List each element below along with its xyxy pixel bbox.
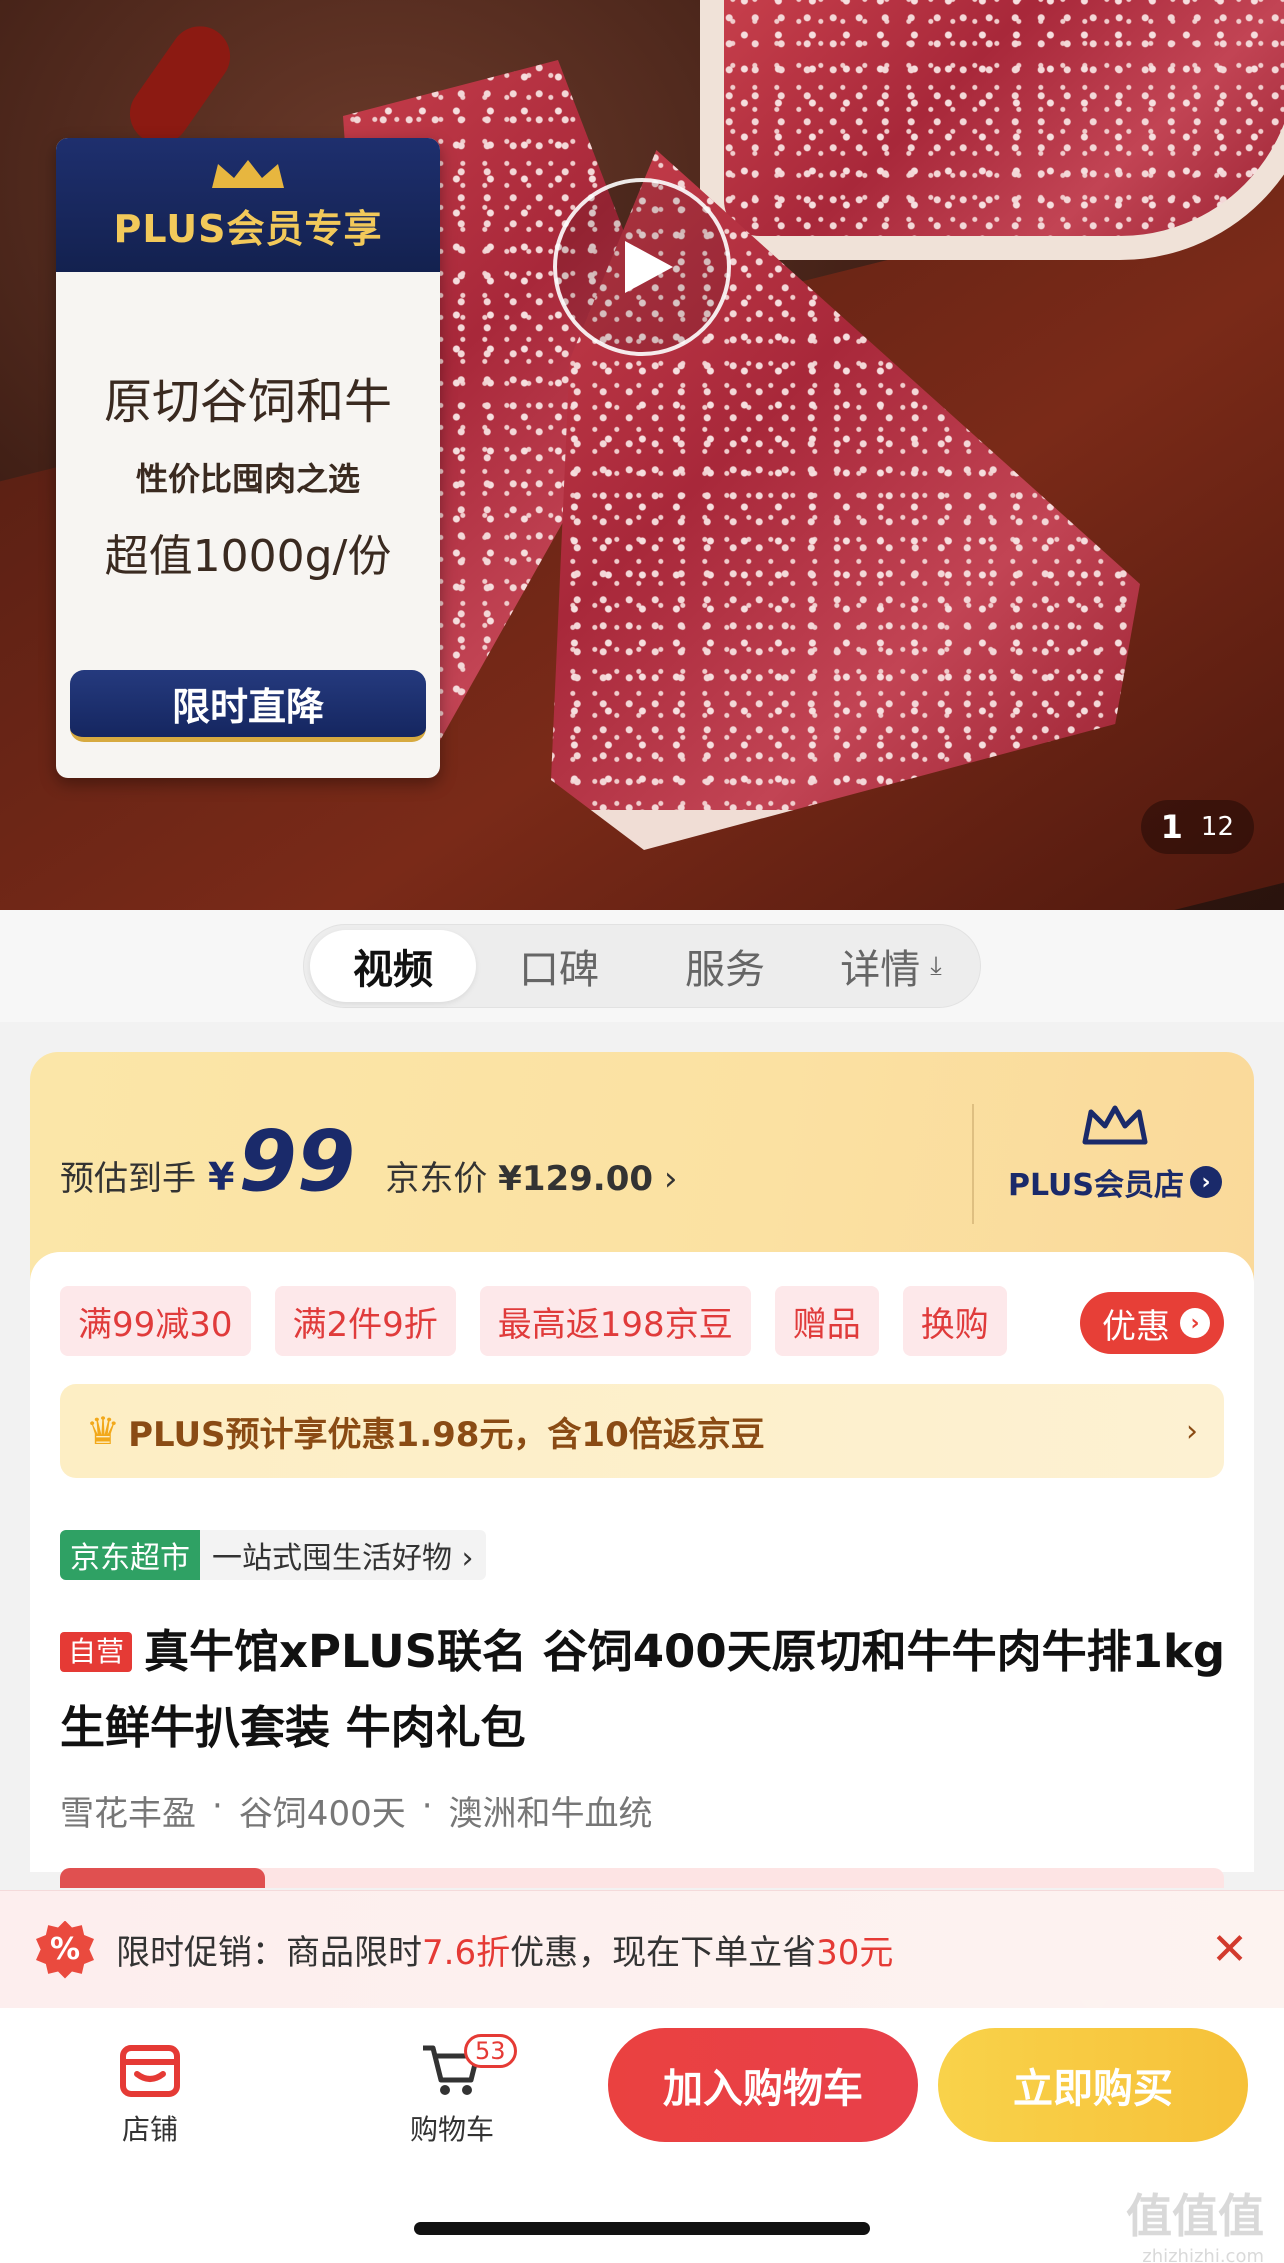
clipped-promo-tag (60, 1868, 265, 1888)
crown-icon: ♛ (86, 1409, 121, 1453)
steak-image (700, 0, 1284, 260)
feature-item: 谷饲400天 (238, 1794, 406, 1834)
separator-dot: · (212, 1786, 223, 1826)
clipped-promo-row (60, 1868, 1224, 1888)
promo-tag[interactable]: 满99减30 (60, 1286, 251, 1356)
supermarket-row[interactable]: 京东超市 一站式囤生活好物 › (60, 1530, 486, 1580)
limited-promo-bar[interactable]: % 限时促销：商品限时7.6折优惠，现在下单立省30元 ✕ (0, 1890, 1284, 2008)
estimate-label: 预估到手 (60, 1159, 196, 1199)
watermark: 值值值 zhizhizhi.com (1126, 2180, 1264, 2263)
store-button[interactable]: 店铺 (90, 2040, 210, 2148)
promo-card-amount: 超值1000g/份 (104, 531, 392, 582)
video-play-button[interactable] (553, 178, 731, 356)
watermark-url: zhizhizhi.com (1142, 2246, 1264, 2263)
promo-save: 30 (816, 1933, 860, 1973)
tab-video[interactable]: 视频 (310, 930, 476, 1002)
add-to-cart-button[interactable]: 加入购物车 (608, 2028, 918, 2142)
plus-promo-card: PLUS会员专享 原切谷饲和牛 性价比囤肉之选 超值1000g/份 限时直降 (56, 138, 440, 778)
plus-benefit-text: PLUS预计享优惠1.98元，含10倍返京豆 (128, 1414, 765, 1455)
percent-badge-icon: % (36, 1920, 94, 1979)
jd-price-label: 京东价 (385, 1159, 488, 1199)
plus-store-label: PLUS会员店 (1007, 1168, 1184, 1203)
store-icon (120, 2045, 180, 2097)
feature-item: 雪花丰盈 (60, 1794, 196, 1834)
promo-tag[interactable]: 换购 (902, 1286, 1007, 1356)
crown-icon (1082, 1105, 1148, 1145)
price-info: 预估到手 ¥ 99 京东价 ¥129.00 › (60, 1112, 677, 1210)
promo-card-title: 原切谷饲和牛 (103, 374, 392, 430)
plus-store-label-row: PLUS会员店 › (1008, 1160, 1222, 1204)
tab-details[interactable]: 详情 ⤓ (808, 930, 974, 1002)
chevron-right-icon: › (1186, 1413, 1198, 1449)
promo-card-subtitle: 性价比囤肉之选 (135, 460, 360, 498)
product-title-text: 真牛馆xPLUS联名 谷饲400天原切和牛牛肉牛排1kg 生鲜牛扒套装 牛肉礼包 (60, 1625, 1226, 1754)
image-counter-total: 12 (1200, 812, 1234, 842)
cart-count-badge: 53 (464, 2034, 517, 2068)
promo-save-unit: 元 (859, 1933, 894, 1973)
tab-reviews[interactable]: 口碑 (476, 930, 642, 1002)
crown-icon (208, 158, 288, 192)
chevron-right-icon: › (1180, 1308, 1210, 1338)
tab-label: 服务 (685, 947, 765, 993)
tab-label: 详情 (840, 947, 921, 993)
store-label: 店铺 (121, 2113, 178, 2146)
tab-label: 视频 (353, 947, 433, 993)
currency-symbol: ¥ (208, 1155, 235, 1199)
close-icon[interactable]: ✕ (1211, 1924, 1248, 1975)
tab-label: 口碑 (519, 947, 599, 993)
plus-store-link[interactable]: PLUS会员店 › (1000, 1102, 1230, 1204)
jd-price-link[interactable]: 京东价 ¥129.00 › (385, 1151, 677, 1200)
feature-item: 澳洲和牛血统 (448, 1794, 653, 1834)
jd-price-value: ¥129.00 (498, 1159, 654, 1199)
estimate-price: 99 (238, 1112, 356, 1210)
image-counter: 1 12 (1140, 800, 1254, 854)
promo-tag[interactable]: 满2件9折 (274, 1286, 456, 1356)
limited-promo-text: 限时促销：商品限时7.6折优惠，现在下单立省30元 (116, 1925, 1211, 1974)
self-operated-badge: 自营 (60, 1632, 133, 1672)
product-features: 雪花丰盈 · 谷饲400天 · 澳洲和牛血统 (60, 1786, 653, 1835)
promo-tag[interactable]: 赠品 (774, 1286, 879, 1356)
promo-prefix: 限时促销：商品限时 (116, 1933, 422, 1973)
promo-middle: 优惠，现在下单立省 (510, 1933, 817, 1973)
section-tab-bar: 视频 口碑 服务 详情 ⤓ (0, 910, 1284, 1022)
buy-now-button[interactable]: 立即购买 (938, 2028, 1248, 2142)
home-indicator[interactable] (414, 2222, 870, 2235)
cart-button[interactable]: 53 购物车 (392, 2034, 517, 2148)
promo-card-button: 限时直降 (70, 670, 426, 742)
product-image-carousel[interactable]: PLUS会员专享 原切谷饲和牛 性价比囤肉之选 超值1000g/份 限时直降 1… (0, 0, 1284, 910)
product-title: 自营 真牛馆xPLUS联名 谷饲400天原切和牛牛肉牛排1kg 生鲜牛扒套装 牛肉… (60, 1614, 1230, 1766)
promo-card-header-text: PLUS会员专享 (113, 206, 383, 251)
supermarket-slogan: 一站式囤生活好物 › (200, 1530, 486, 1580)
discount-button[interactable]: 优惠 › (1080, 1292, 1224, 1354)
watermark-logo: 值值值 (1126, 2189, 1264, 2243)
promo-discount: 7.6 (422, 1933, 477, 1973)
chevron-right-icon: › (1190, 1166, 1222, 1198)
divider (972, 1104, 974, 1224)
cart-label: 购物车 (409, 2113, 494, 2146)
jd-supermarket-badge: 京东超市 (60, 1530, 200, 1580)
chili-pepper (118, 14, 242, 156)
download-icon: ⤓ (930, 950, 942, 981)
promo-card-header: PLUS会员专享 (56, 138, 440, 272)
promo-tag[interactable]: 最高返198京豆 (479, 1286, 751, 1356)
chevron-right-icon: › (663, 1159, 678, 1199)
tabs: 视频 口碑 服务 详情 ⤓ (303, 924, 981, 1008)
tab-service[interactable]: 服务 (642, 930, 808, 1002)
separator-dot: · (421, 1786, 433, 1826)
discount-label: 优惠 (1102, 1306, 1170, 1347)
plus-benefit-bar[interactable]: ♛ PLUS预计享优惠1.98元，含10倍返京豆 › (60, 1384, 1224, 1478)
play-icon (625, 241, 673, 293)
image-counter-current: 1 (1160, 808, 1183, 846)
promo-discount-unit: 折 (476, 1933, 511, 1973)
product-info-card: 满99减30 满2件9折 最高返198京豆 赠品 换购 优惠 › ♛ PLUS预… (30, 1252, 1254, 1888)
promo-tags: 满99减30 满2件9折 最高返198京豆 赠品 换购 (60, 1286, 1007, 1356)
